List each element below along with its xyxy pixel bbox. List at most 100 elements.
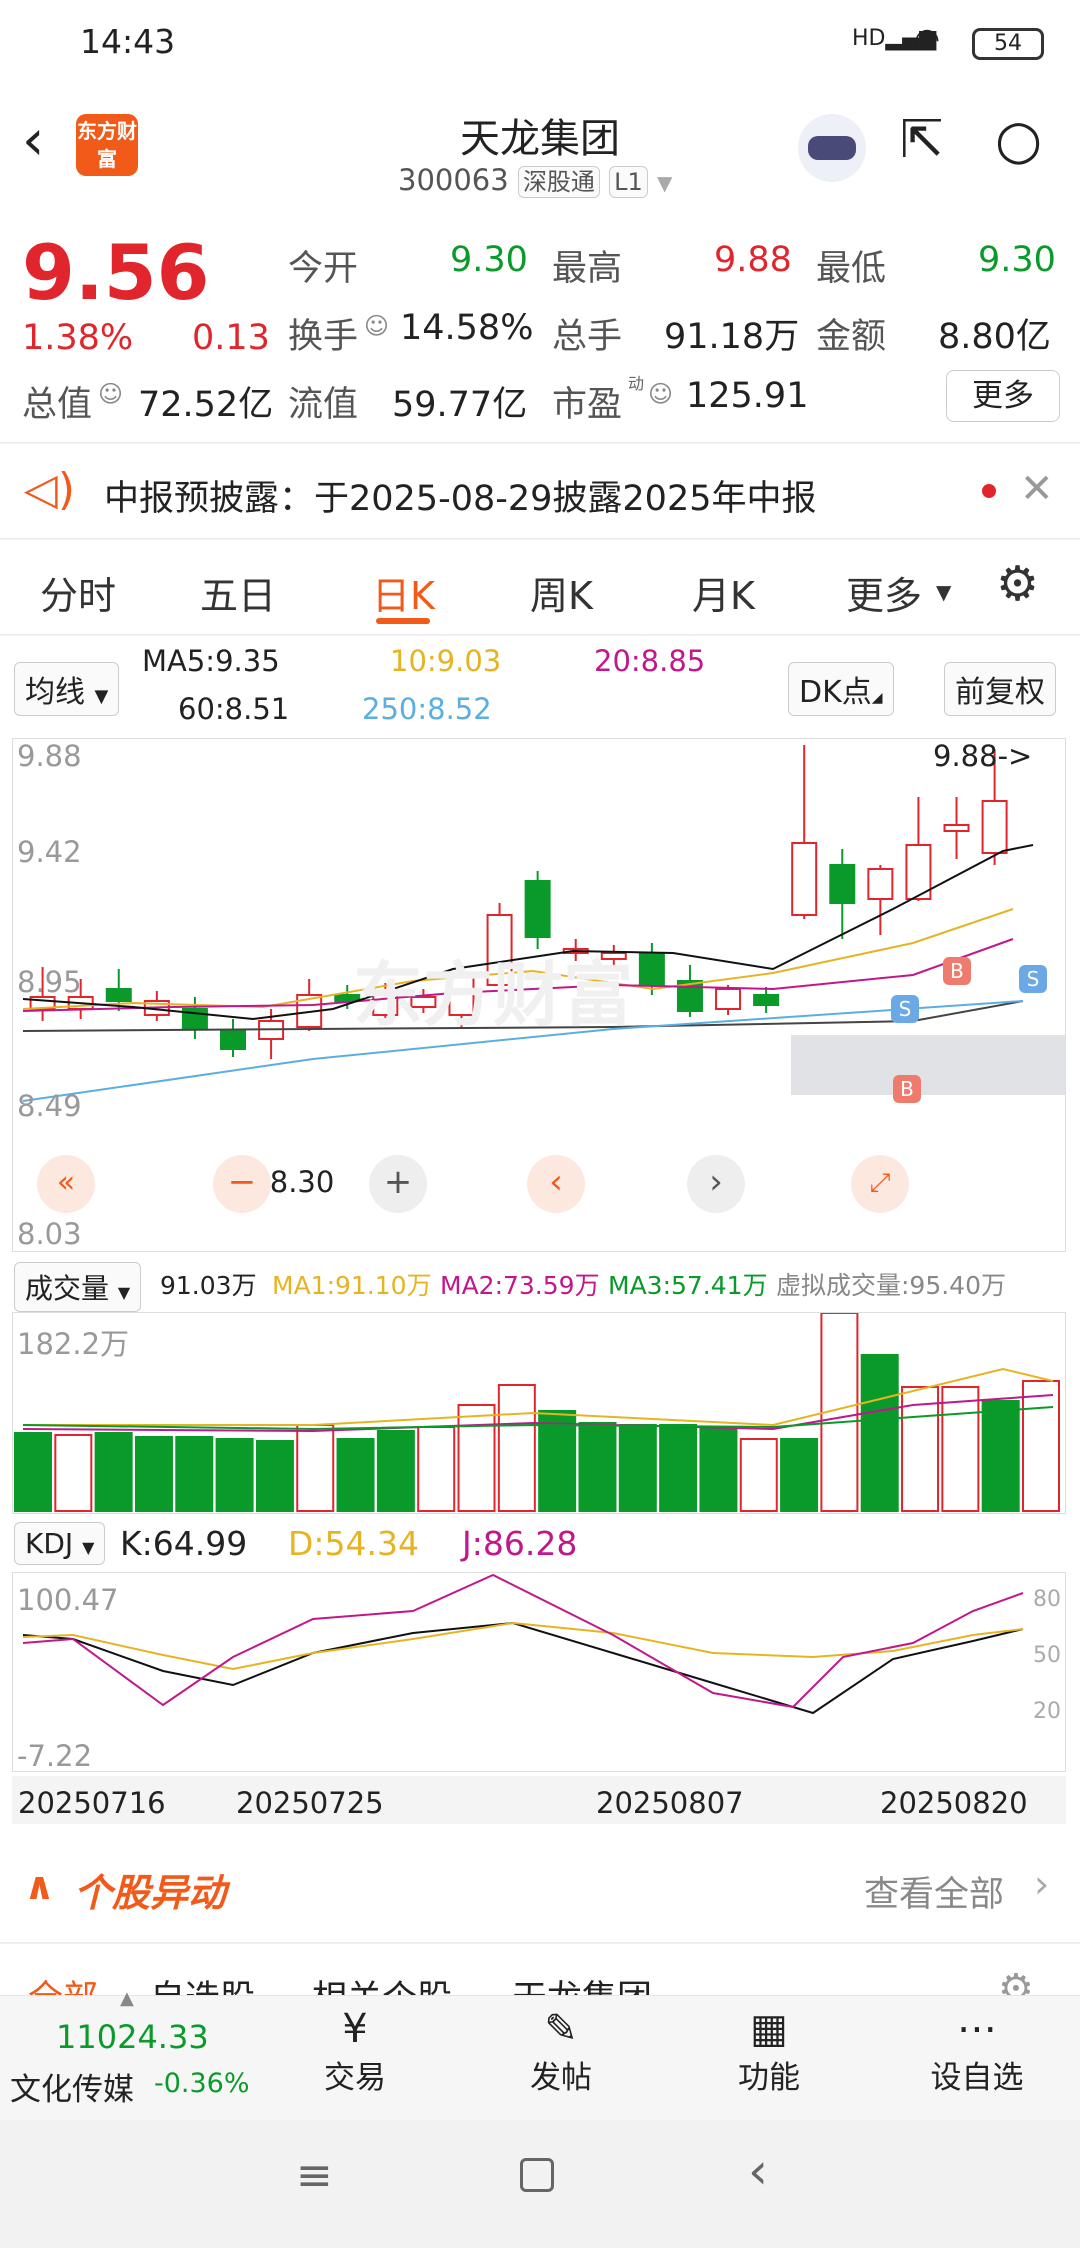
amount-label: 金额 xyxy=(816,317,887,357)
volume-bar xyxy=(941,1386,980,1512)
view-all-link[interactable]: 查看全部 xyxy=(864,1866,1004,1917)
y-label-3: 8.95 xyxy=(17,965,82,999)
stock-code-row: 300063 深股通 L1 ▼ xyxy=(398,162,672,198)
notice-bar[interactable]: ◁) 中报预披露：于2025-08-29披露2025年中报 ✕ xyxy=(0,444,1080,540)
add-watch-button[interactable]: ⋯ 设自选 xyxy=(922,2006,1032,2097)
tab-daily-k[interactable]: 日K xyxy=(372,565,435,620)
yen-icon: ¥ xyxy=(342,2006,368,2052)
gear-icon[interactable]: ⚙ xyxy=(996,556,1039,612)
volume-select[interactable]: 成交量 ▼ xyxy=(14,1262,142,1312)
turnover-label: 换手 xyxy=(288,317,359,357)
volume-bar xyxy=(618,1424,657,1512)
kdj-j: J:86.28 xyxy=(462,1524,578,1563)
info-icon[interactable]: ☺ xyxy=(98,380,123,408)
b-signal: B xyxy=(893,1075,921,1103)
volume-bar xyxy=(699,1428,738,1512)
scroll-left-fast-icon[interactable]: « xyxy=(37,1155,95,1213)
kline-chart[interactable]: 东方财富 9.88 9.42 8.95 8.49 8.03 9.88-> <-8… xyxy=(12,738,1066,1252)
bottom-toolbar: ▲ 11024.33 文化传媒 -0.36% ¥ 交易 ✎ 发帖 ▦ 功能 ⋯ … xyxy=(0,1988,1080,2120)
volume-bar xyxy=(457,1404,496,1512)
caret-down-icon[interactable]: ▼ xyxy=(657,171,672,195)
b-signal: B xyxy=(943,957,971,985)
zoom-in-icon[interactable]: + xyxy=(369,1155,427,1213)
volume-bar xyxy=(94,1432,133,1512)
date-label: 20250725 xyxy=(236,1786,384,1820)
kdj-y-bottom: -7.22 xyxy=(17,1739,93,1773)
candle xyxy=(753,994,780,1006)
kdj-chart[interactable]: 100.47 -7.22 80 50 20 xyxy=(12,1572,1066,1773)
system-nav: ≡ ‹ xyxy=(0,2120,1080,2248)
zoom-out-icon[interactable]: − xyxy=(213,1155,271,1213)
kdj-select[interactable]: KDJ ▼ xyxy=(14,1522,106,1565)
trade-button[interactable]: ¥ 交易 xyxy=(300,2006,410,2097)
volume-label: 总手 xyxy=(552,317,623,357)
high-label: 最高 xyxy=(552,249,623,289)
home-icon[interactable] xyxy=(520,2158,554,2192)
more-button[interactable]: 更多 xyxy=(946,370,1060,422)
caret-down-icon: ▼ xyxy=(936,580,952,604)
low-value: 9.30 xyxy=(978,240,1056,280)
notice-text: 中报预披露：于2025-08-29披露2025年中报 xyxy=(104,479,817,519)
menu-icon[interactable]: ≡ xyxy=(296,2150,333,2201)
info-icon[interactable]: ☺ xyxy=(364,312,389,340)
virtual-volume: 虚拟成交量:95.40万 xyxy=(776,1271,1006,1300)
back-nav-icon[interactable]: ‹ xyxy=(748,2142,768,2200)
candle xyxy=(829,864,856,904)
adjust-button[interactable]: 前复权 xyxy=(944,662,1056,716)
y-label-4: 8.49 xyxy=(17,1089,82,1123)
s-signal: S xyxy=(891,995,919,1023)
info-icon[interactable]: ☺ xyxy=(648,380,673,408)
candle xyxy=(105,988,132,1002)
vol-ma1: MA1:91.10万 xyxy=(272,1271,432,1300)
caret-up-icon[interactable]: ▲ xyxy=(120,1988,134,2009)
tab-weekly-k[interactable]: 周K xyxy=(530,565,593,620)
mktcap-value: 72.52亿 xyxy=(138,385,274,425)
watermark: 东方财富 xyxy=(353,954,633,1036)
stock-code: 300063 xyxy=(398,163,509,197)
date-label: 20250820 xyxy=(880,1786,1028,1820)
index-name[interactable]: 文化传媒 xyxy=(10,2064,134,2109)
post-button[interactable]: ✎ 发帖 xyxy=(506,2006,616,2097)
volume-chart[interactable]: 182.2万 xyxy=(12,1312,1066,1514)
volume-bar xyxy=(296,1424,335,1512)
function-button[interactable]: ▦ 功能 xyxy=(714,2006,824,2097)
function-label: 功能 xyxy=(738,2060,800,2096)
volume-bar xyxy=(860,1354,899,1512)
abs-change: 0.13 xyxy=(192,318,270,358)
dk-point-button[interactable]: DK点◢ xyxy=(788,662,894,716)
divider xyxy=(0,1942,1080,1944)
kdj-80: 80 xyxy=(1033,1587,1061,1612)
fullscreen-icon[interactable]: ⤢ xyxy=(851,1155,909,1213)
assistant-avatar[interactable] xyxy=(798,114,866,182)
candle xyxy=(220,1030,246,1050)
s-signal: S xyxy=(1019,965,1047,993)
chevron-up-icon[interactable]: ∧ xyxy=(24,1864,55,1908)
volume-bar xyxy=(134,1436,173,1512)
volume-bar xyxy=(780,1438,819,1512)
speaker-icon: ◁) xyxy=(24,464,76,515)
movers-title: 个股异动 xyxy=(74,1871,227,1915)
low-label: 最低 xyxy=(816,249,887,289)
share-icon[interactable]: ⇱ xyxy=(900,110,944,170)
candle xyxy=(638,952,665,986)
prev-icon[interactable]: ‹ xyxy=(527,1155,585,1213)
post-label: 发帖 xyxy=(530,2060,592,2096)
volume-bar xyxy=(175,1436,214,1512)
tab-more[interactable]: 更多 xyxy=(846,565,922,620)
divider xyxy=(0,634,1080,636)
high-value: 9.88 xyxy=(714,240,792,280)
indicator-select[interactable]: 均线 ▼ xyxy=(14,662,120,716)
j-line xyxy=(22,1573,1024,1709)
tab-timeshare[interactable]: 分时 xyxy=(40,565,116,620)
volume-bar xyxy=(981,1400,1020,1512)
y-label-2: 9.42 xyxy=(17,835,82,869)
close-icon[interactable]: ✕ xyxy=(1020,466,1054,512)
open-value: 9.30 xyxy=(450,240,528,280)
tab-monthly-k[interactable]: 月K xyxy=(692,565,755,620)
index-value[interactable]: 11024.33 xyxy=(56,2018,209,2056)
tab-five-day[interactable]: 五日 xyxy=(200,565,276,620)
mktcap-label: 总值 xyxy=(22,385,93,425)
next-icon[interactable]: › xyxy=(687,1155,745,1213)
volume-bar xyxy=(417,1426,456,1512)
search-icon[interactable]: ○ xyxy=(995,108,1042,171)
